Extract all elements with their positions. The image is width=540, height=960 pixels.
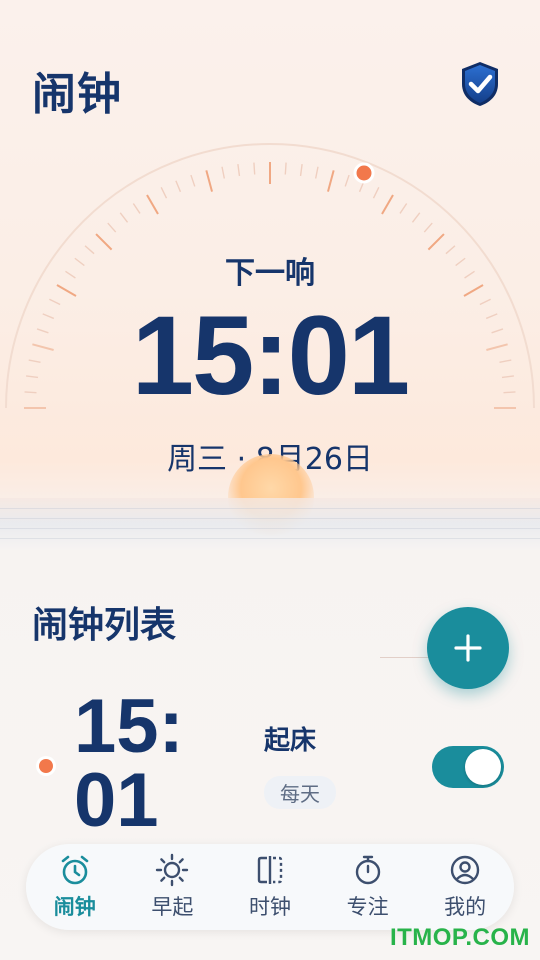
nav-label: 专注 [346,895,389,919]
dial-tick [107,222,117,233]
dial-tick [205,170,213,192]
nav-label: 我的 [444,895,487,919]
alarm-time: 15:01 [74,684,184,843]
watermark: ITMOP.COM [389,924,530,951]
clock-panel-icon [257,856,283,884]
nav-item-me[interactable]: 我的 [422,853,508,921]
alarm-toggle[interactable] [432,746,504,788]
sea-image [0,498,540,550]
alarm-clock-icon [61,855,89,885]
dial-tick [314,166,319,179]
next-alarm-label: 下一响 [225,256,315,291]
plus-icon [454,634,482,662]
nav-label: 闹钟 [53,895,96,919]
nav-label: 时钟 [248,895,291,919]
alarm-list-title: 闹钟列表 [32,605,177,646]
nav-item-focus[interactable]: 专注 [325,853,411,921]
nav-item-early-rise[interactable]: 早起 [129,853,215,921]
dial-tick [132,203,141,214]
dial-tick [344,174,350,187]
dial-tick [299,164,303,177]
next-alarm-marker [353,162,375,184]
nav-item-clock[interactable]: 时钟 [227,853,313,921]
stopwatch-icon [355,855,380,885]
next-alarm-time: 15:01 [131,293,410,418]
add-alarm-button[interactable] [427,607,509,689]
page-title: 闹钟 [32,69,122,120]
dial-tick [327,170,335,192]
dial-tick [175,180,182,193]
alarm-status-dot [39,759,53,773]
dial-tick [284,162,287,175]
shield-check-icon[interactable] [458,60,502,108]
dial-tick [399,203,408,214]
user-icon [450,855,480,885]
bottom-nav: 闹钟 早起 时钟 专注 我的 [26,844,514,930]
sun-icon [156,853,189,887]
dial-tick [253,162,256,175]
dial-tick [372,187,380,199]
dial-tick [160,187,168,199]
dial-tick [237,164,241,177]
dial-tick [146,194,159,215]
nav-item-alarm[interactable]: 闹钟 [32,853,118,921]
dial-tick [190,174,196,187]
nav-label: 早起 [151,895,194,919]
dial-tick [411,212,421,223]
alarm-repeat-badge: 每天 [264,776,336,809]
dial-tick [221,166,226,179]
dial-tick [381,194,394,215]
dial-tick [119,212,129,223]
toggle-knob [465,749,501,785]
alarm-label: 起床 [264,726,317,756]
dial-tick [423,222,433,233]
